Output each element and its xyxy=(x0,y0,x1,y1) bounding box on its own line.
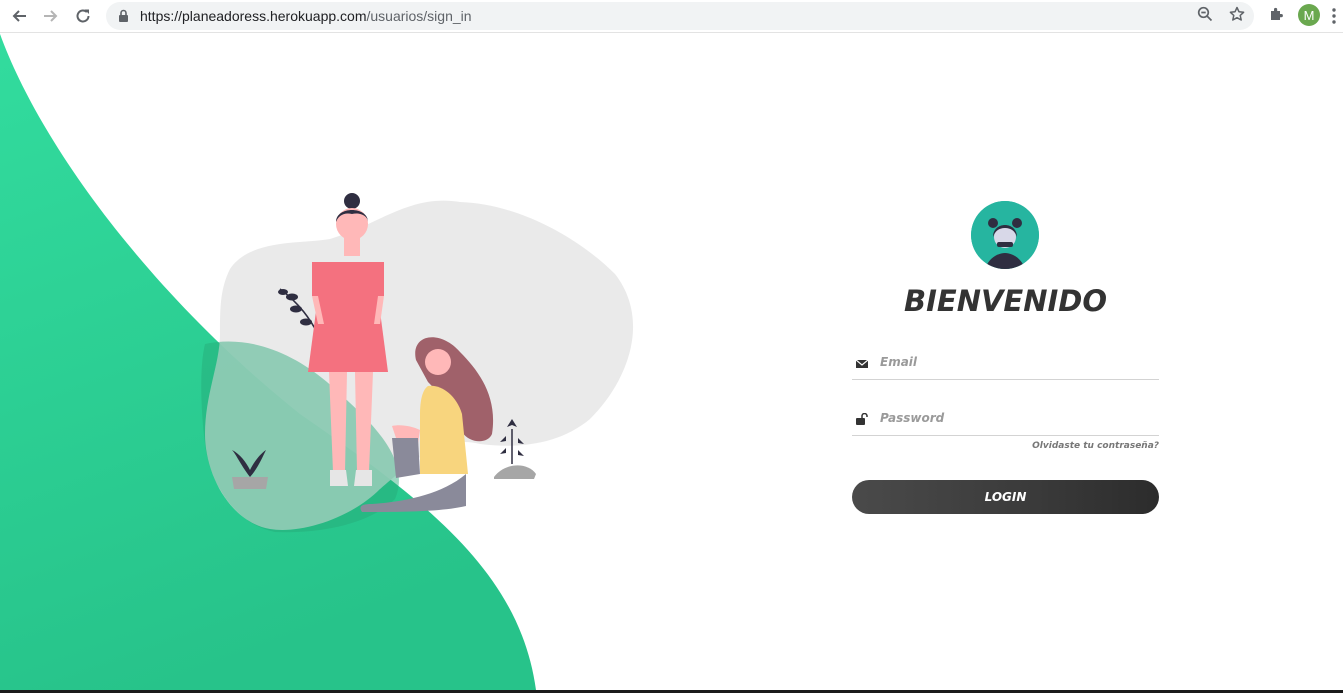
url-host: https://planeadoress.herokuapp.com xyxy=(140,8,367,24)
lock-icon xyxy=(118,9,129,28)
url-path: /usuarios/sign_in xyxy=(366,8,472,24)
profile-avatar[interactable]: M xyxy=(1298,4,1320,26)
zoom-icon[interactable] xyxy=(1194,4,1216,24)
login-page: BIENVENIDO Olvidaste tu contraseña? LOGI… xyxy=(0,34,1343,690)
login-button[interactable]: LOGIN xyxy=(852,480,1159,514)
email-field[interactable] xyxy=(880,350,1150,374)
forward-arrow-icon[interactable] xyxy=(38,4,64,28)
star-icon[interactable] xyxy=(1226,4,1248,24)
forgot-password-link[interactable]: Olvidaste tu contraseña? xyxy=(852,441,1159,451)
unlock-icon xyxy=(856,412,870,425)
password-field-container xyxy=(852,400,1159,436)
profile-initial: M xyxy=(1303,7,1315,23)
welcome-title: BIENVENIDO xyxy=(903,284,1107,318)
extensions-icon[interactable] xyxy=(1266,4,1288,24)
envelope-icon xyxy=(855,356,870,368)
email-field-container xyxy=(852,344,1159,380)
kebab-menu-icon[interactable] xyxy=(1331,7,1337,25)
browser-toolbar: https://planeadoress.herokuapp.com/usuar… xyxy=(0,0,1343,33)
reload-icon[interactable] xyxy=(70,4,96,28)
back-arrow-icon[interactable] xyxy=(6,4,32,28)
address-bar[interactable]: https://planeadoress.herokuapp.com/usuar… xyxy=(106,2,1254,30)
url-text: https://planeadoress.herokuapp.com/usuar… xyxy=(140,8,472,24)
password-field[interactable] xyxy=(880,406,1150,430)
hero-illustration xyxy=(0,34,634,690)
user-avatar xyxy=(971,201,1039,269)
